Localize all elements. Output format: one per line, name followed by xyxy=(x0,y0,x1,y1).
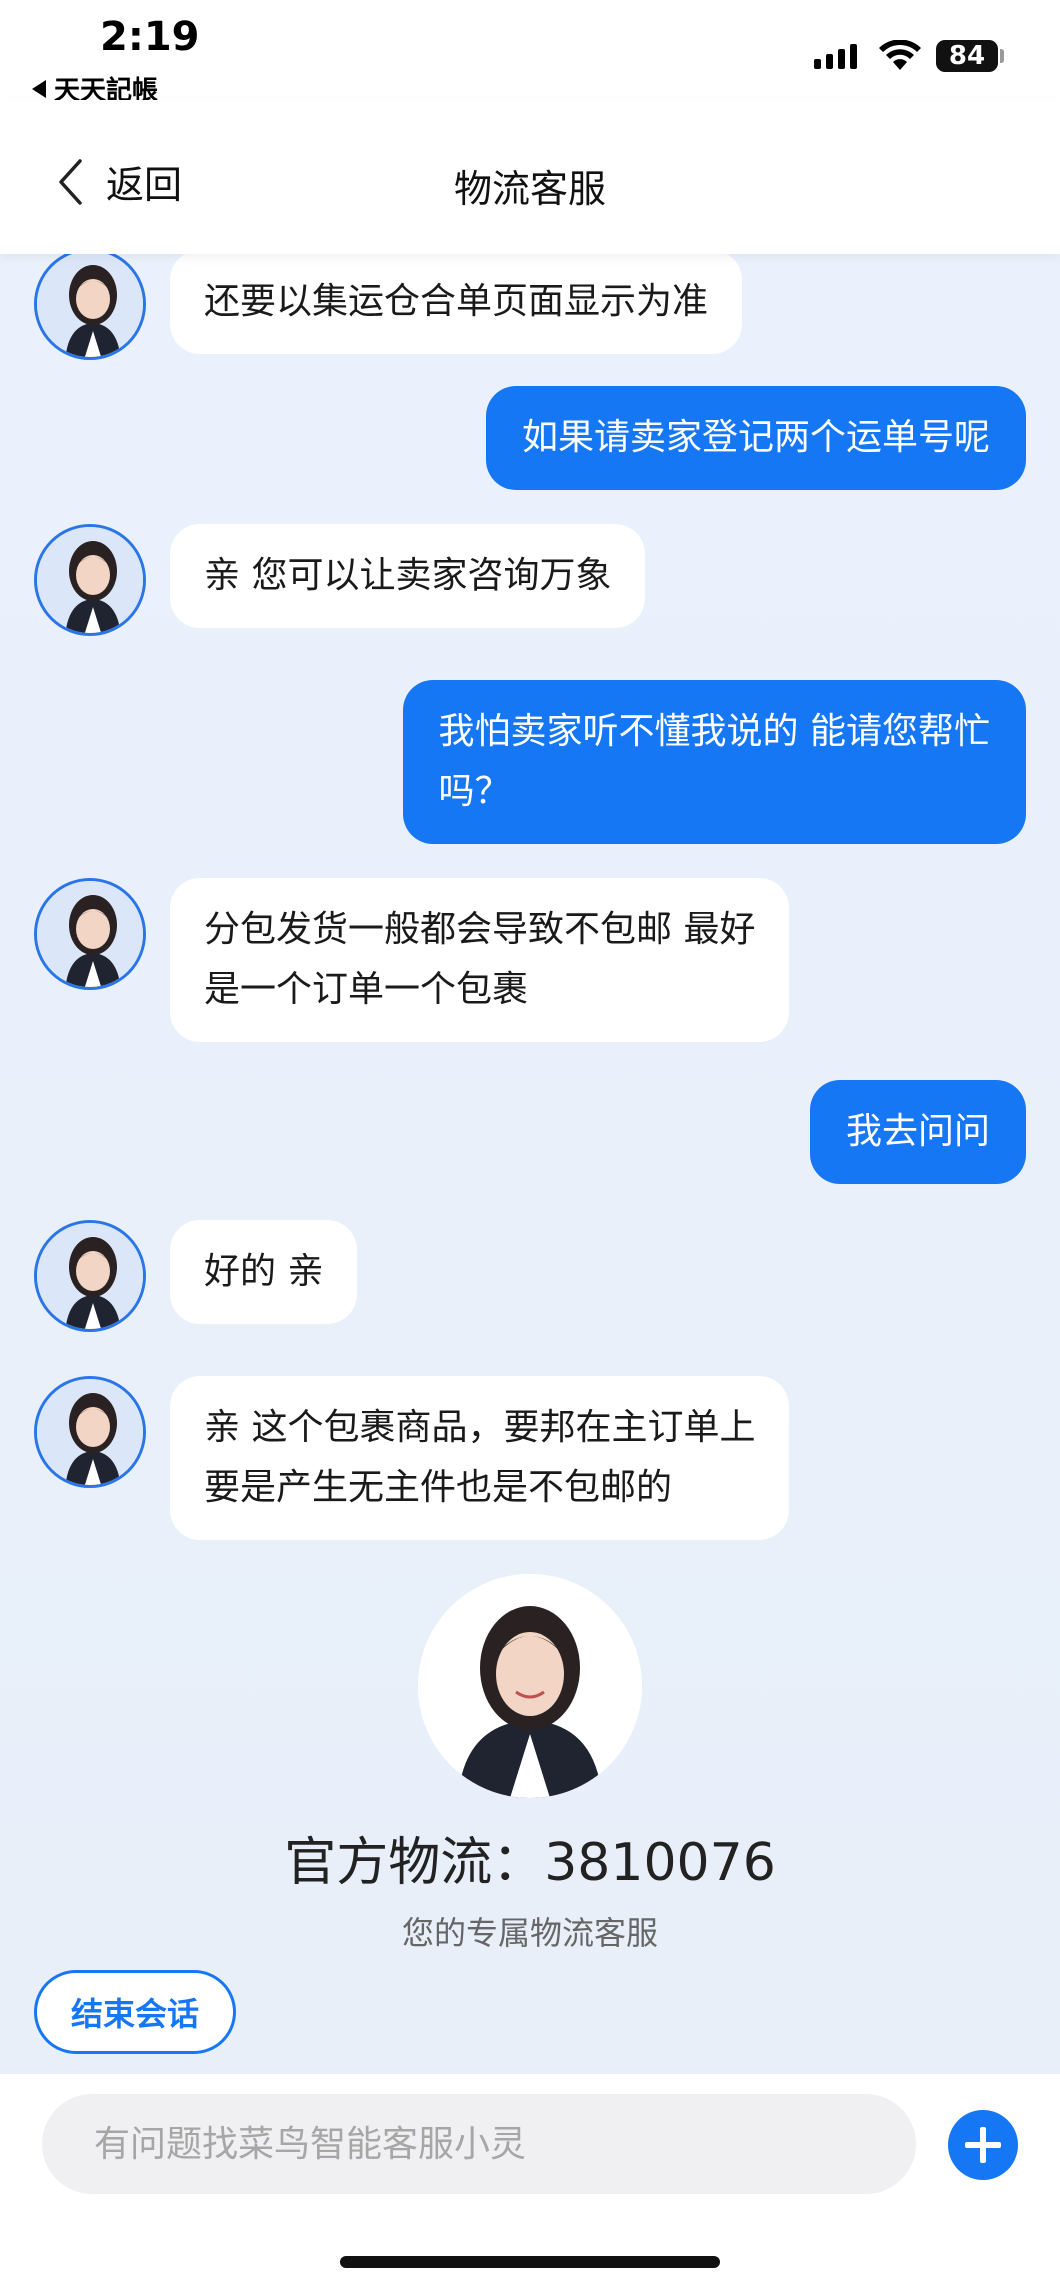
message-text: 我去问问 xyxy=(845,1111,990,1152)
clock: 2:19 xyxy=(100,14,200,60)
page-title: 物流客服 xyxy=(453,167,606,211)
add-attachment-button[interactable] xyxy=(948,2110,1018,2180)
agent-message: 分包发货一般都会导致不包邮 最好 是一个订单一个包裹 xyxy=(170,878,790,1042)
battery-tip xyxy=(1000,49,1004,63)
message-text: 是一个订单一个包裹 xyxy=(204,969,529,1010)
home-indicator xyxy=(340,2256,720,2268)
agent-avatar xyxy=(34,1220,146,1332)
agent-avatar-icon xyxy=(37,527,143,633)
battery-level: 84 xyxy=(948,41,986,71)
agent-photo-icon xyxy=(418,1574,642,1798)
message-text: 亲 您可以让卖家咨询万象 xyxy=(204,555,612,596)
agent-subtitle: 您的专属物流客服 xyxy=(401,1914,658,1952)
agent-avatar xyxy=(34,878,146,990)
agent-message: 亲 您可以让卖家咨询万象 xyxy=(170,524,646,628)
agent-avatar xyxy=(34,1376,146,1488)
user-message: 如果请卖家登记两个运单号呢 xyxy=(485,386,1026,490)
message-text: 还要以集运仓合单页面显示为准 xyxy=(204,281,709,322)
agent-message: 还要以集运仓合单页面显示为准 xyxy=(170,254,743,354)
agent-avatar xyxy=(34,254,146,360)
message-input[interactable] xyxy=(42,2094,916,2194)
chat-area[interactable]: 还要以集运仓合单页面显示为准 如果请卖家登记两个运单号呢 亲 您可以让卖家咨询万… xyxy=(0,254,1060,2074)
agent-message: 好的 亲 xyxy=(170,1220,358,1324)
agent-name: 官方物流：3810076 xyxy=(284,1833,776,1893)
agent-avatar xyxy=(34,524,146,636)
user-message: 我去问问 xyxy=(809,1080,1026,1184)
signal-icon xyxy=(814,44,857,69)
agent-photo[interactable] xyxy=(418,1574,642,1798)
user-message: 我怕卖家听不懂我说的 能请您帮忙 吗？ xyxy=(402,680,1026,844)
status-bar: 2:19 天天記帳 84 xyxy=(0,0,1060,106)
message-text: 好的 亲 xyxy=(204,1251,324,1292)
end-session-button[interactable]: 结束会话 xyxy=(34,1970,236,2054)
agent-avatar-icon xyxy=(37,1379,143,1485)
agent-message: 亲 这个包裹商品，要邦在主订单上 要是产生无主件也是不包邮的 xyxy=(170,1376,790,1540)
message-text: 如果请卖家登记两个运单号呢 xyxy=(521,417,990,458)
message-text: 亲 这个包裹商品，要邦在主订单上 xyxy=(204,1407,756,1448)
message-text: 要是产生无主件也是不包邮的 xyxy=(204,1467,673,1508)
wifi-icon xyxy=(879,40,921,70)
back-arrow-icon xyxy=(32,79,46,98)
agent-avatar-icon xyxy=(37,881,143,987)
agent-avatar-icon xyxy=(37,1223,143,1329)
message-text: 我怕卖家听不懂我说的 能请您帮忙 xyxy=(438,711,990,752)
battery-icon: 84 xyxy=(936,40,998,72)
message-text: 吗？ xyxy=(438,771,511,812)
message-text: 分包发货一般都会导致不包邮 最好 xyxy=(204,909,756,950)
navigation-bar: 返回 物流客服 xyxy=(0,100,1060,254)
agent-avatar-icon xyxy=(37,254,143,357)
